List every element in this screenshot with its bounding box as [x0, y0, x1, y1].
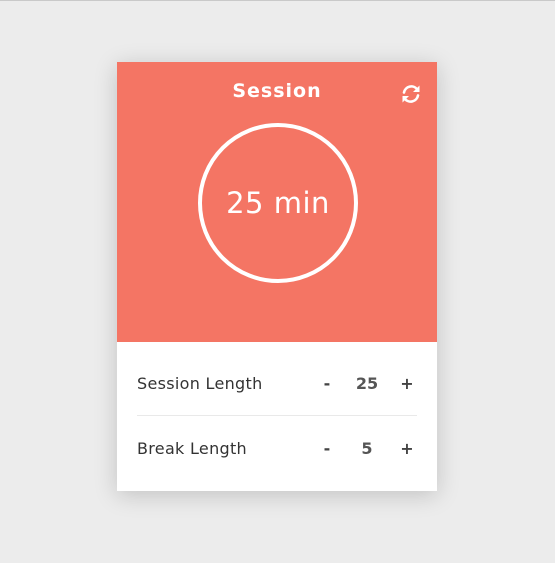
timer-panel: Session 25 min — [117, 62, 437, 342]
session-length-label: Session Length — [137, 373, 263, 393]
break-length-value: 5 — [361, 438, 373, 458]
mode-title: Session — [232, 80, 322, 102]
timer-display: 25 min — [226, 186, 330, 220]
session-length-row: Session Length - 25 + — [137, 351, 417, 415]
break-length-row: Break Length - 5 + — [137, 416, 417, 480]
break-decrement-button[interactable]: - — [317, 439, 337, 458]
break-length-label: Break Length — [137, 438, 247, 458]
break-increment-button[interactable]: + — [397, 439, 417, 458]
window-top-border — [0, 0, 555, 1]
timer-circle[interactable]: 25 min — [198, 123, 358, 283]
session-decrement-button[interactable]: - — [317, 374, 337, 393]
session-increment-button[interactable]: + — [397, 374, 417, 393]
refresh-icon — [402, 85, 420, 103]
session-length-value: 25 — [355, 373, 379, 393]
pomodoro-card: Session 25 min Session Length - 25 + Bre… — [117, 62, 437, 491]
reset-button[interactable] — [399, 82, 423, 106]
